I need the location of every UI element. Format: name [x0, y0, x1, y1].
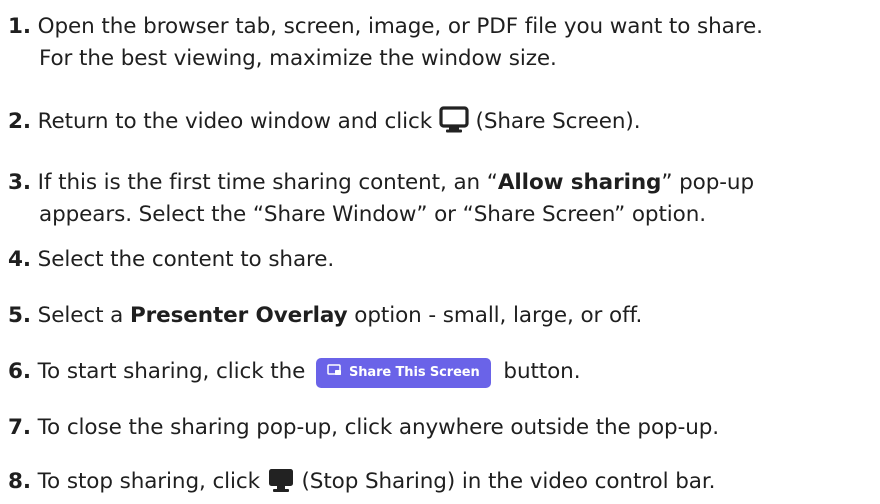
step-text: Open the browser tab, screen, image, or …: [37, 14, 763, 39]
step-number: 8.: [8, 469, 31, 494]
step-6: 6. To start sharing, click the Share Thi…: [8, 356, 581, 388]
step-number: 3.: [8, 170, 31, 195]
share-screen-icon: [439, 106, 469, 144]
step-text: If this is the first time sharing conten…: [37, 170, 498, 195]
step-text: Select the content to share.: [37, 247, 335, 272]
step-text: To start sharing, click the: [37, 359, 306, 384]
step-text: Select a: [37, 303, 124, 328]
step-text-continued: appears. Select the “Share Window” or “S…: [39, 202, 706, 227]
step-2: 2. Return to the video window and click …: [8, 106, 641, 144]
step-number: 4.: [8, 247, 31, 272]
step-text: To stop sharing, click: [37, 469, 261, 494]
step-text: (Share Screen).: [475, 109, 641, 134]
step-text: Return to the video window and click: [37, 109, 433, 134]
step-number: 7.: [8, 415, 31, 440]
step-5: 5. Select a Presenter Overlay option - s…: [8, 300, 642, 332]
instruction-steps: 1. Open the browser tab, screen, image, …: [0, 0, 880, 502]
share-button-label: Share This Screen: [349, 365, 480, 380]
step-number: 5.: [8, 303, 31, 328]
step-text: (Stop Sharing) in the video control bar.: [301, 469, 716, 494]
step-number: 1.: [8, 14, 31, 39]
step-1: 1. Open the browser tab, screen, image, …: [8, 11, 763, 75]
step-7: 7. To close the sharing pop-up, click an…: [8, 412, 719, 444]
step-text: option - small, large, or off.: [354, 303, 643, 328]
step-3: 3. If this is the first time sharing con…: [8, 167, 754, 231]
share-this-screen-button[interactable]: Share This Screen: [316, 358, 491, 388]
step-number: 6.: [8, 359, 31, 384]
stop-sharing-icon: [267, 467, 295, 504]
presenter-overlay-label: Presenter Overlay: [129, 303, 348, 328]
step-number: 2.: [8, 109, 31, 134]
step-text: To close the sharing pop-up, click anywh…: [37, 415, 720, 440]
step-text-continued: For the best viewing, maximize the windo…: [39, 46, 557, 71]
allow-sharing-label: Allow sharing: [497, 170, 662, 195]
step-text: ” pop-up: [661, 170, 754, 195]
step-text: button.: [503, 359, 581, 384]
step-4: 4. Select the content to share.: [8, 244, 334, 276]
screen-share-icon: [327, 357, 342, 389]
step-8: 8. To stop sharing, click (Stop Sharing)…: [8, 466, 715, 504]
